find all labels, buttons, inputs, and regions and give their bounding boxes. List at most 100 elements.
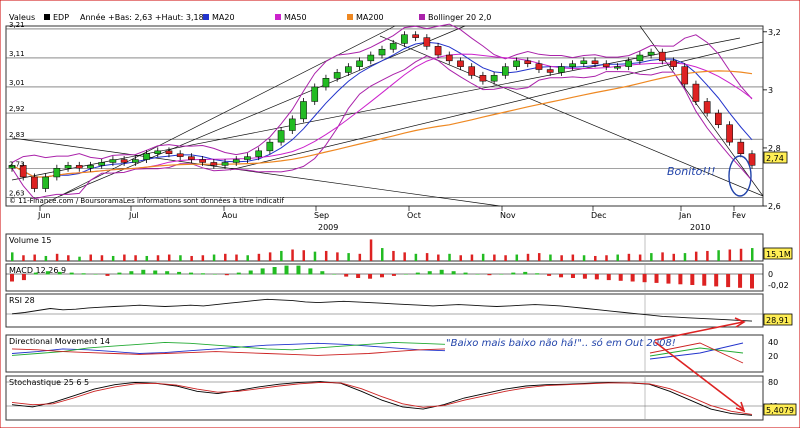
candle-body [356, 60, 363, 67]
candle-body [558, 66, 565, 73]
volume-bar [246, 255, 249, 261]
volume-bar [571, 254, 575, 261]
month-label: Jan [678, 211, 691, 220]
volume-bar [224, 253, 227, 261]
panel-frame [5, 263, 764, 292]
macd-bar [511, 272, 516, 275]
macd-bar [212, 274, 217, 275]
volume-bar [537, 253, 541, 261]
price-left-tick: 3,01 [9, 79, 25, 87]
price-left-tick: 2,73 [9, 160, 25, 168]
macd-bar [535, 273, 540, 275]
volume-bar [291, 249, 294, 261]
candle-body [737, 141, 745, 154]
macd-bar [654, 274, 659, 283]
price-right-tick: 2,6 [768, 202, 781, 211]
volume-bar [89, 254, 92, 261]
volume-bar [751, 248, 754, 261]
volume-bar [111, 255, 115, 261]
price-left-tick: 2,83 [9, 131, 25, 139]
candle-body [703, 101, 711, 114]
symbol-swatch [44, 14, 50, 20]
macd-bar [105, 274, 110, 276]
volume-bar [616, 254, 619, 261]
month-label: Nov [500, 211, 516, 220]
macd-bar [272, 267, 277, 275]
price-right-tick: 3 [768, 86, 773, 95]
volume-bar [313, 251, 317, 261]
macd-bar [702, 274, 707, 286]
macd-bar [45, 271, 50, 275]
macd-bar [523, 271, 528, 275]
volume-bar [123, 254, 126, 261]
candle-body [300, 101, 307, 120]
volume-bar [706, 250, 709, 261]
candle-body [524, 60, 532, 64]
candle-body [423, 37, 431, 47]
volume-bar [560, 255, 563, 261]
candle-body [165, 150, 173, 154]
volume-bar [437, 254, 440, 261]
volume-bar [156, 255, 160, 261]
month-label: Oct [407, 211, 421, 220]
macd-bar [690, 274, 695, 285]
volume-bar [347, 253, 350, 261]
volume-bar [605, 255, 608, 261]
volume-bar [459, 255, 462, 261]
month-label: Aou [222, 211, 237, 220]
macd-bar [165, 271, 170, 275]
macd-tick: 0 [768, 270, 773, 279]
volume-bar [33, 254, 36, 261]
candle-body [748, 153, 756, 166]
volume-bar [627, 253, 631, 261]
volume-bar [414, 253, 418, 261]
candle-body [457, 60, 464, 67]
candle-body [569, 63, 576, 67]
price-left-tick: 2,92 [9, 105, 25, 113]
candle-body [412, 34, 419, 38]
candle-body [468, 66, 476, 76]
candle-body [580, 60, 588, 64]
macd-bar [582, 274, 587, 279]
candle-body [647, 51, 655, 56]
volume-bar [650, 253, 653, 261]
candle-body [591, 60, 599, 64]
volume-bar [44, 255, 48, 261]
candle-body [333, 72, 341, 79]
candle-body [42, 176, 49, 189]
candle-body [345, 66, 352, 73]
volume-bar [369, 239, 373, 261]
candle-body [614, 66, 621, 69]
macd-bar [57, 271, 62, 275]
macd-bar [451, 271, 456, 275]
month-label: Jun [37, 211, 51, 220]
macd-bar [391, 274, 396, 276]
macd-bar [606, 274, 611, 281]
volume-bar [448, 253, 451, 261]
macd-bar [439, 269, 444, 275]
macd-bar [117, 272, 122, 275]
chart-frame: Valeus EDP Année +Bas: 2,63 +Haut: 3,18 … [0, 0, 800, 428]
volume-bar [638, 254, 642, 261]
candle-body [625, 60, 632, 67]
candle-body [75, 165, 83, 169]
volume-bar [582, 255, 586, 261]
month-label: Sep [314, 211, 329, 220]
macd-bar [284, 265, 289, 275]
dm-tick: 40 [768, 338, 778, 347]
volume-bar [268, 252, 272, 261]
macd-bar [200, 273, 205, 275]
legend-label: Bollinger 20 2,0 [428, 13, 491, 22]
legend-label: MA50 [284, 13, 307, 22]
candle-body [188, 156, 195, 160]
macd-bar [726, 274, 731, 288]
macd-bar [81, 273, 86, 275]
candle-body [513, 60, 520, 67]
candle-body [445, 54, 453, 62]
price-left-tick: 3,11 [9, 50, 25, 58]
last-price-value: 2,74 [766, 154, 784, 163]
volume-bar [481, 253, 485, 261]
candle-body [120, 159, 128, 163]
stoch-tick: 80 [768, 378, 778, 387]
volume-bar [739, 248, 743, 261]
